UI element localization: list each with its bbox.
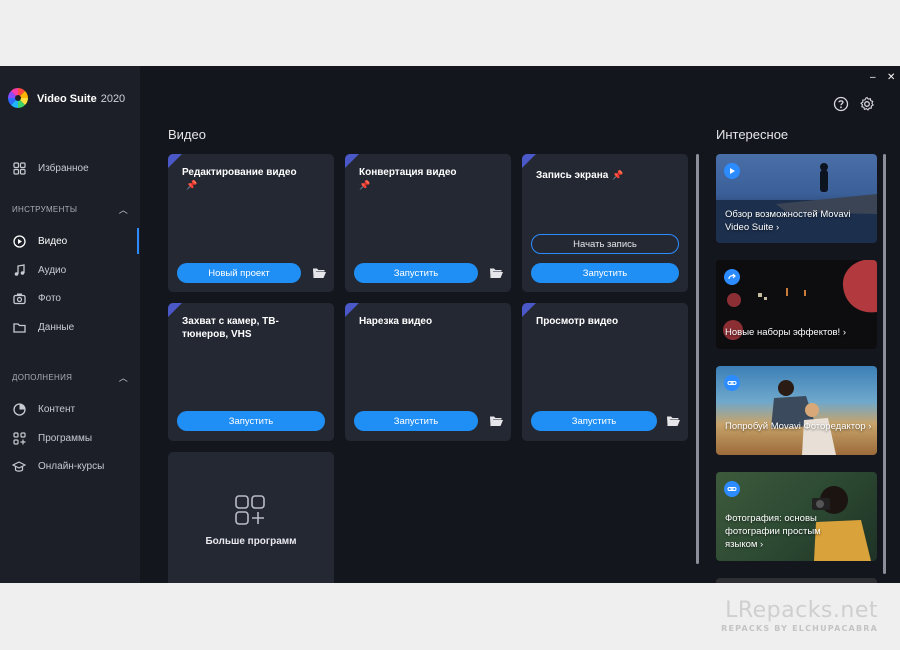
promo-text: Новые наборы эффектов! › <box>725 327 846 338</box>
app-year: 2020 <box>100 93 126 105</box>
play-icon <box>724 163 740 179</box>
chevron-up-icon: ︿ <box>118 205 128 215</box>
sidebar-item-video[interactable]: Видео <box>0 228 140 254</box>
card-corner-accent <box>168 303 182 317</box>
card-title-text: Конвертация видео <box>359 167 457 178</box>
movavi-logo-icon <box>8 88 28 108</box>
folder-open-icon[interactable] <box>312 267 327 279</box>
promo-card-photography[interactable]: Фотография: основы фотографии простым яз… <box>716 472 877 561</box>
card-corner-accent <box>168 154 182 168</box>
help-icon[interactable] <box>833 96 849 112</box>
card-title: Просмотр видео <box>536 316 619 327</box>
app-window: Video Suite 2020 Избранное ИНСТРУМЕНТЫ ︿ … <box>0 66 900 583</box>
pin-icon[interactable]: 📌 <box>612 169 623 182</box>
grid-icon <box>12 161 26 175</box>
graduation-cap-icon <box>12 459 26 473</box>
card-screen-recording[interactable]: Запись экрана 📌 Начать запись Запустить <box>522 154 688 292</box>
sidebar-item-label: Онлайн-курсы <box>38 460 105 472</box>
addons-section-header[interactable]: ДОПОЛНЕНИЯ ︿ <box>12 371 128 384</box>
card-video-editing[interactable]: Редактирование видео📌 Новый проект <box>168 154 334 292</box>
promo-card-video-suite[interactable]: Обзор возможностей Movavi Video Suite › <box>716 154 877 243</box>
pin-icon[interactable]: 📌 <box>359 179 370 192</box>
promo-card-photo-editor[interactable]: Попробуй Movavi Фоторедактор › <box>716 366 877 455</box>
sidebar-item-label: Избранное <box>38 162 89 174</box>
promo-card-effects[interactable]: Новые наборы эффектов! › <box>716 260 877 349</box>
sidebar-item-favorites[interactable]: Избранное <box>0 155 140 181</box>
card-video-viewing[interactable]: Просмотр видео Запустить <box>522 303 688 441</box>
card-corner-accent <box>522 303 536 317</box>
sidebar-item-label: Программы <box>38 432 93 444</box>
sidebar: Video Suite 2020 Избранное ИНСТРУМЕНТЫ ︿ … <box>0 66 140 583</box>
card-corner-accent <box>345 154 359 168</box>
section-label: ИНСТРУМЕНТЫ <box>12 205 78 214</box>
start-recording-button[interactable]: Начать запись <box>531 234 679 254</box>
card-title-text: Редактирование видео <box>182 167 297 178</box>
redo-icon <box>724 269 740 285</box>
folder-open-icon[interactable] <box>489 415 504 427</box>
interesting-scrollbar-thumb[interactable] <box>883 154 886 574</box>
promo-card-partial[interactable] <box>716 578 877 583</box>
promo-image <box>771 380 836 455</box>
launch-button[interactable]: Запустить <box>354 411 478 431</box>
sidebar-item-programs[interactable]: Программы <box>0 425 140 451</box>
launch-button[interactable]: Запустить <box>177 411 325 431</box>
sidebar-item-photo[interactable]: Фото <box>0 285 140 311</box>
sidebar-item-content[interactable]: Контент <box>0 396 140 422</box>
tools-section-header[interactable]: ИНСТРУМЕНТЫ ︿ <box>12 203 128 216</box>
app-name: Video Suite <box>37 93 97 105</box>
more-programs-card[interactable]: Больше программ <box>168 452 334 583</box>
pin-icon[interactable]: 📌 <box>186 179 197 192</box>
sidebar-item-audio[interactable]: Аудио <box>0 257 140 283</box>
folder-icon <box>12 320 26 334</box>
close-button[interactable]: ✕ <box>887 72 895 83</box>
sidebar-item-label: Аудио <box>38 264 67 276</box>
card-title: Редактирование видео📌 <box>182 166 302 192</box>
launch-button[interactable]: Запустить <box>531 411 657 431</box>
sidebar-item-label: Данные <box>38 321 75 333</box>
more-programs-label: Больше программ <box>205 536 297 547</box>
music-note-icon <box>12 263 26 277</box>
link-icon <box>724 375 740 391</box>
watermark-subtitle: REPACKS BY ELCHUPACABRA <box>721 624 878 633</box>
sidebar-item-label: Видео <box>38 235 68 247</box>
sidebar-item-label: Фото <box>38 292 61 304</box>
sidebar-item-courses[interactable]: Онлайн-курсы <box>0 453 140 479</box>
watermark-logo: LRepacks.net <box>725 598 878 623</box>
card-capture[interactable]: Захват с камер, ТВ-тюнеров, VHS Запустит… <box>168 303 334 441</box>
play-circle-icon <box>12 234 26 248</box>
new-project-button[interactable]: Новый проект <box>177 263 301 283</box>
apps-grid-icon <box>235 495 265 525</box>
launch-button[interactable]: Запустить <box>531 263 679 283</box>
camera-icon <box>12 291 26 305</box>
chevron-up-icon: ︿ <box>118 373 128 383</box>
card-title-text: Запись экрана <box>536 170 609 181</box>
content-scrollbar-thumb[interactable] <box>696 154 699 564</box>
promo-text: Фотография: основы фотографии простым яз… <box>725 513 821 550</box>
card-video-conversion[interactable]: Конвертация видео 📌 Запустить <box>345 154 511 292</box>
card-video-cutting[interactable]: Нарезка видео Запустить <box>345 303 511 441</box>
gear-icon[interactable] <box>859 96 875 112</box>
card-title: Захват с камер, ТВ-тюнеров, VHS <box>182 316 279 340</box>
launch-button[interactable]: Запустить <box>354 263 478 283</box>
card-title: Запись экрана 📌 <box>536 169 656 182</box>
video-section-title: Видео <box>168 127 206 142</box>
section-label: ДОПОЛНЕНИЯ <box>12 373 73 382</box>
interesting-section-title: Интересное <box>716 127 789 142</box>
folder-open-icon[interactable] <box>666 415 681 427</box>
link-icon <box>724 481 740 497</box>
sidebar-item-data[interactable]: Данные <box>0 314 140 340</box>
card-title: Нарезка видео <box>359 316 433 327</box>
minimize-button[interactable]: – <box>870 72 876 83</box>
folder-open-icon[interactable] <box>489 267 504 279</box>
card-corner-accent <box>522 154 536 168</box>
pie-chart-icon <box>12 402 26 416</box>
card-corner-accent <box>345 303 359 317</box>
card-title: Конвертация видео 📌 <box>359 166 479 192</box>
apps-grid-icon <box>12 431 26 445</box>
sidebar-item-label: Контент <box>38 403 76 415</box>
app-title: Video Suite 2020 <box>37 93 125 105</box>
promo-text: Попробуй Movavi Фоторедактор › <box>725 421 872 432</box>
promo-text: Обзор возможностей Movavi Video Suite › <box>725 209 851 233</box>
